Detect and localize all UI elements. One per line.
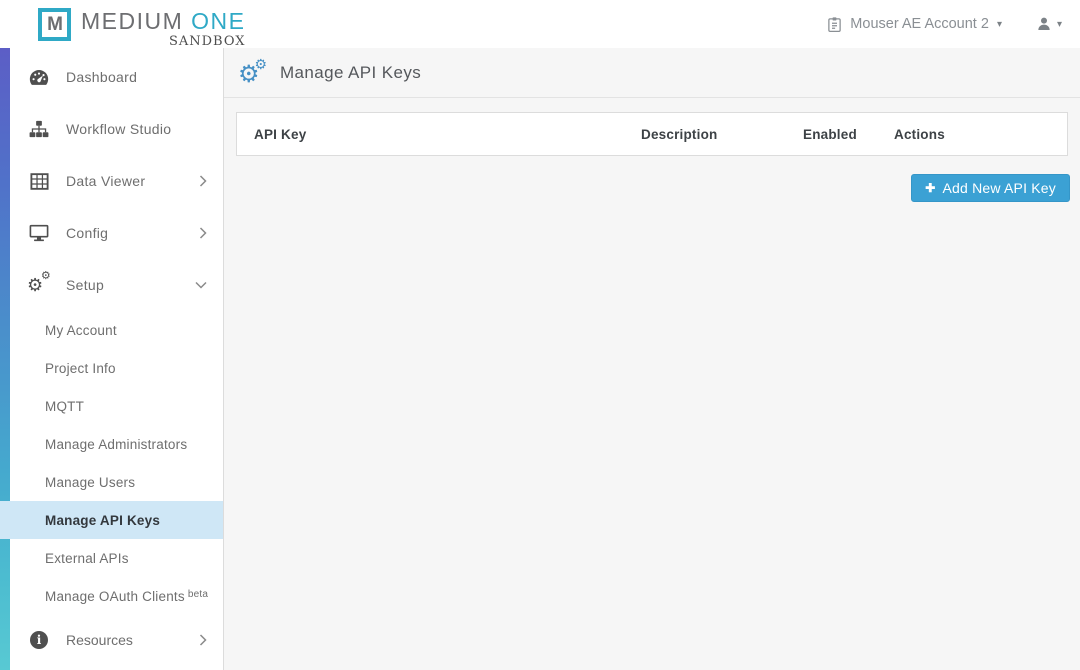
cogs-icon: ⚙ ⚙ xyxy=(28,274,50,296)
sitemap-icon xyxy=(28,118,50,140)
sidebar-item-my-account[interactable]: My Account xyxy=(0,311,223,349)
main-content: ⚙ ⚙ Manage API Keys API Key Description … xyxy=(224,48,1080,670)
caret-down-icon: ▾ xyxy=(997,19,1002,30)
topbar-right: Mouser AE Account 2 ▾ ▾ xyxy=(827,0,1080,48)
account-label: Mouser AE Account 2 xyxy=(850,16,989,32)
brand-text: MEDIUM ONE SANDBOX xyxy=(81,8,246,49)
sidebar-item-manage-api-keys[interactable]: Manage API Keys xyxy=(0,501,223,539)
column-actions: Actions xyxy=(894,127,1067,142)
add-button-label: Add New API Key xyxy=(942,180,1056,196)
brand-name: MEDIUM ONE xyxy=(81,8,246,34)
sidebar-item-resources[interactable]: i Resources xyxy=(0,615,223,665)
page-header: ⚙ ⚙ Manage API Keys xyxy=(224,48,1080,98)
dashboard-icon xyxy=(28,66,50,88)
sub-item-label: Manage API Keys xyxy=(45,513,160,528)
beta-badge: beta xyxy=(188,589,208,600)
plus-icon: ✚ xyxy=(925,181,935,195)
chevron-right-icon xyxy=(199,634,207,646)
user-icon xyxy=(1036,16,1052,32)
brand-name-primary: MEDIUM xyxy=(81,8,183,34)
sidebar-item-config[interactable]: Config xyxy=(0,207,223,259)
gears-icon: ⚙ ⚙ xyxy=(238,59,268,87)
chevron-right-icon xyxy=(199,227,207,239)
clipboard-icon xyxy=(827,16,842,33)
brand-logo[interactable]: M MEDIUM ONE SANDBOX xyxy=(38,8,246,49)
info-icon: i xyxy=(28,629,50,651)
sidebar-item-external-apis[interactable]: External APIs xyxy=(0,539,223,577)
medium-one-logo-icon: M xyxy=(38,8,71,41)
column-api-key: API Key xyxy=(237,127,641,142)
brand-subtitle: SANDBOX xyxy=(169,34,246,49)
chevron-down-icon xyxy=(195,281,207,289)
add-new-api-key-button[interactable]: ✚ Add New API Key xyxy=(911,174,1070,202)
sidebar-item-mqtt[interactable]: MQTT xyxy=(0,387,223,425)
sidebar-nav: Dashboard xyxy=(0,48,223,665)
caret-down-icon: ▾ xyxy=(1057,19,1062,30)
sidebar-item-dashboard[interactable]: Dashboard xyxy=(0,51,223,103)
desktop-icon xyxy=(28,222,50,244)
sidebar-item-label: Config xyxy=(66,225,108,241)
sidebar-item-workflow-studio[interactable]: Workflow Studio xyxy=(0,103,223,155)
sidebar-item-data-viewer[interactable]: Data Viewer xyxy=(0,155,223,207)
api-keys-table-header: API Key Description Enabled Actions xyxy=(236,112,1068,156)
setup-submenu: My Account Project Info MQTT Manage Admi… xyxy=(0,311,223,615)
sub-item-label: MQTT xyxy=(45,399,84,414)
sub-item-label: Project Info xyxy=(45,361,116,376)
sub-item-label: Manage OAuth Clients xyxy=(45,589,185,604)
page-title: Manage API Keys xyxy=(280,63,421,83)
sidebar-item-label: Dashboard xyxy=(66,69,137,85)
table-icon xyxy=(28,170,50,192)
sidebar-item-project-info[interactable]: Project Info xyxy=(0,349,223,387)
sidebar-item-label: Data Viewer xyxy=(66,173,145,189)
sidebar-item-label: Resources xyxy=(66,632,133,648)
account-selector[interactable]: Mouser AE Account 2 ▾ xyxy=(827,16,1002,33)
sub-item-label: My Account xyxy=(45,323,117,338)
brand-name-accent: ONE xyxy=(191,8,245,34)
column-enabled: Enabled xyxy=(803,127,894,142)
sub-item-label: External APIs xyxy=(45,551,129,566)
sub-item-label: Manage Administrators xyxy=(45,437,187,452)
sidebar-item-manage-users[interactable]: Manage Users xyxy=(0,463,223,501)
sidebar-item-label: Setup xyxy=(66,277,104,293)
column-description: Description xyxy=(641,127,803,142)
app-shell: Dashboard xyxy=(0,48,1080,670)
sidebar-item-manage-administrators[interactable]: Manage Administrators xyxy=(0,425,223,463)
sub-item-label: Manage Users xyxy=(45,475,135,490)
sidebar-item-setup[interactable]: ⚙ ⚙ Setup xyxy=(0,259,223,311)
user-menu[interactable]: ▾ xyxy=(1036,16,1062,32)
sidebar-item-label: Workflow Studio xyxy=(66,121,171,137)
actions-row: ✚ Add New API Key xyxy=(224,174,1080,202)
chevron-right-icon xyxy=(199,175,207,187)
top-bar: M MEDIUM ONE SANDBOX Mouser AE Account 2… xyxy=(0,0,1080,48)
sidebar: Dashboard xyxy=(0,48,224,670)
logo-letter: M xyxy=(47,14,62,36)
sidebar-item-manage-oauth-clients[interactable]: Manage OAuth Clients beta xyxy=(0,577,223,615)
